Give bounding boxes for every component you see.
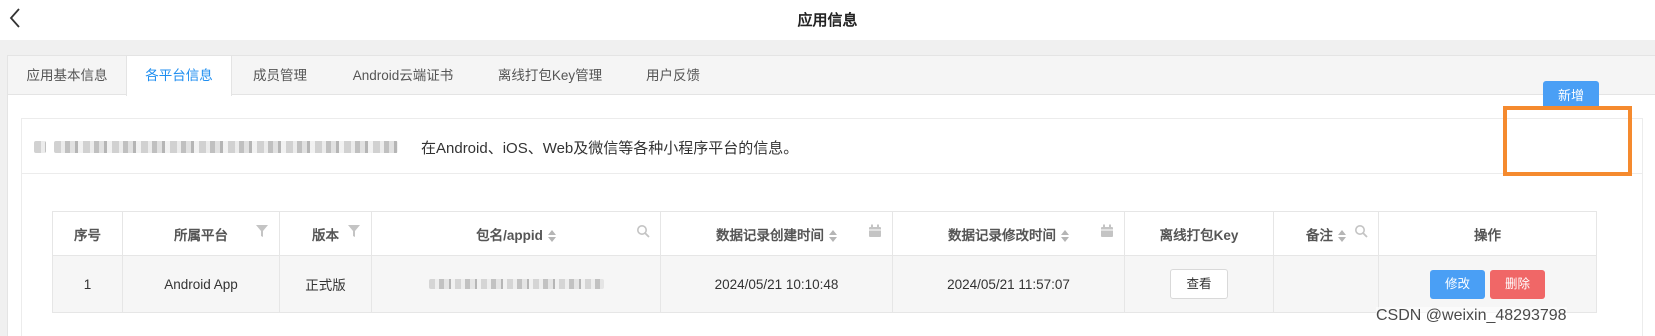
col-version: 版本 (279, 211, 372, 256)
cell-modified: 2024/05/21 11:57:07 (892, 255, 1125, 313)
sort-icon[interactable] (547, 229, 556, 242)
cell-created: 2024/05/21 10:10:48 (660, 255, 893, 313)
redacted-text (54, 141, 398, 153)
tab-bar: 应用基本信息 各平台信息 成员管理 Android云端证书 离线打包Key管理 … (8, 56, 1655, 96)
tab-feedback[interactable]: 用户反馈 (622, 56, 724, 95)
view-key-button[interactable]: 查看 (1170, 269, 1228, 299)
sort-icon[interactable] (1061, 229, 1069, 242)
edit-button[interactable]: 修改 (1430, 269, 1485, 299)
filter-icon[interactable] (255, 224, 269, 238)
cell-platform: Android App (122, 255, 280, 313)
cell-version: 正式版 (279, 255, 372, 313)
calendar-icon[interactable] (868, 224, 882, 238)
tab-android-cert[interactable]: Android云端证书 (328, 56, 478, 95)
col-modified: 数据记录修改时间 (892, 211, 1125, 256)
table-header-row: 序号 所属平台 版本 包名/appid 数据记录创建时间 数据记录修改时间 离线… (52, 211, 1597, 256)
sort-icon[interactable] (1338, 229, 1346, 242)
description-text: 在Android、iOS、Web及微信等各种小程序平台的信息。 (421, 140, 799, 157)
search-icon[interactable] (636, 224, 650, 238)
tab-platform-info[interactable]: 各平台信息 (126, 56, 232, 96)
description-row: 在Android、iOS、Web及微信等各种小程序平台的信息。 (22, 119, 1642, 174)
platform-table: 序号 所属平台 版本 包名/appid 数据记录创建时间 数据记录修改时间 离线… (52, 211, 1597, 313)
watermark: CSDN @weixin_48293798 (1376, 307, 1567, 325)
top-bar: 应用信息 (0, 0, 1655, 40)
delete-button[interactable]: 删除 (1490, 269, 1545, 299)
cell-index: 1 (52, 255, 123, 313)
col-note: 备注 (1273, 211, 1379, 256)
tab-basic-info[interactable]: 应用基本信息 (8, 56, 126, 95)
tab-offline-key[interactable]: 离线打包Key管理 (478, 56, 622, 95)
col-index: 序号 (52, 211, 123, 256)
redacted-package-name (428, 278, 604, 289)
sort-icon[interactable] (829, 229, 837, 242)
filter-icon[interactable] (347, 224, 361, 238)
add-button[interactable]: 新增 (1543, 81, 1599, 110)
col-offline-key: 离线打包Key (1124, 211, 1274, 256)
col-platform: 所属平台 (122, 211, 280, 256)
col-actions: 操作 (1378, 211, 1597, 256)
cell-offline-key: 查看 (1124, 255, 1274, 313)
search-icon[interactable] (1354, 224, 1368, 238)
redacted-text (34, 141, 46, 153)
page-title: 应用信息 (797, 12, 858, 29)
calendar-icon[interactable] (1100, 224, 1114, 238)
col-created: 数据记录创建时间 (660, 211, 893, 256)
table-row: 1 Android App 正式版 2024/05/21 10:10:48 20… (52, 255, 1597, 313)
col-package: 包名/appid (371, 211, 661, 256)
tab-members[interactable]: 成员管理 (232, 56, 328, 95)
cell-actions: 修改 删除 (1378, 255, 1597, 313)
cell-package (371, 255, 661, 313)
cell-note (1273, 255, 1379, 313)
